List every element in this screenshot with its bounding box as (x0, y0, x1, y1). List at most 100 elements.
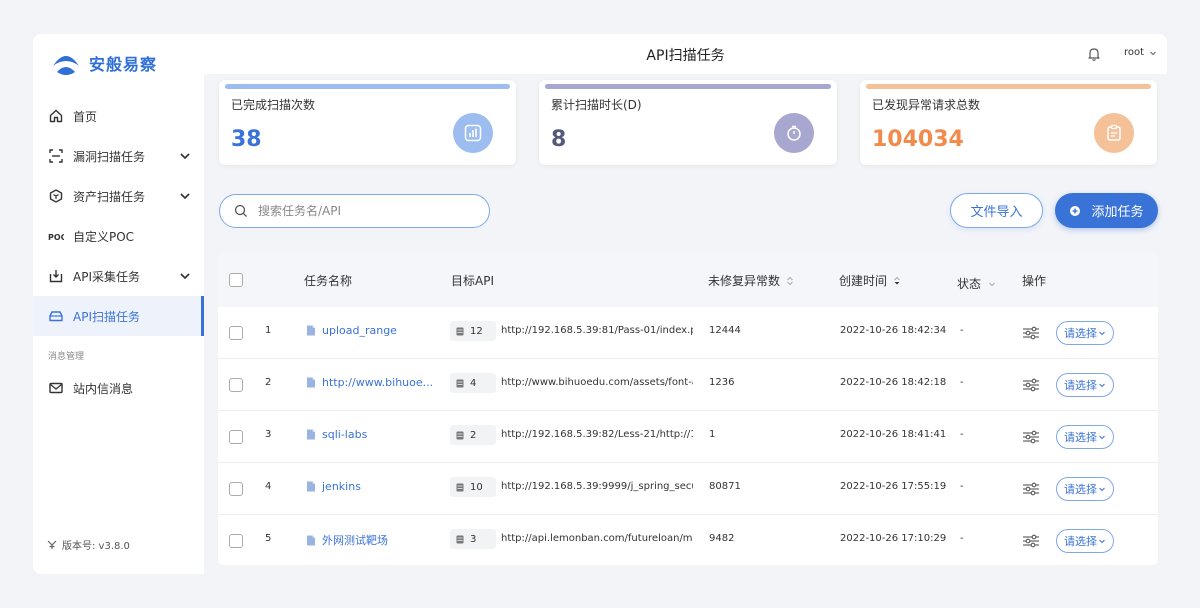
stack-icon (456, 327, 464, 335)
stat-value: 38 (231, 127, 262, 152)
user-menu[interactable]: root (1124, 47, 1158, 58)
task-name-text: 外网测试靶场 (322, 534, 388, 547)
table-row[interactable]: 4 jenkins 10 http://192.168.5.39:9999/j_… (218, 463, 1158, 515)
task-name-link[interactable]: 外网测试靶场 (306, 532, 388, 548)
column-header-status[interactable]: 状态 (957, 275, 997, 292)
task-name-link[interactable]: http://www.bihuoe... (306, 376, 433, 389)
sidebar-item-vuln-scan[interactable]: 漏洞扫描任务 (33, 136, 204, 176)
action-select[interactable]: 请选择 (1056, 477, 1114, 501)
row-checkbox[interactable] (229, 482, 243, 496)
table-row[interactable]: 3 sqli-labs 2 http://192.168.5.39:82/Les… (218, 411, 1158, 463)
api-count-badge: 10 (450, 477, 496, 497)
action-select[interactable]: 请选择 (1056, 529, 1114, 553)
table-row[interactable]: 5 外网测试靶场 3 http://api.lemonban.com/futur… (218, 515, 1158, 565)
unfixed-count: 80871 (709, 481, 741, 492)
created-time: 2022-10-26 17:10:29 (840, 533, 947, 544)
bell-icon[interactable] (1086, 46, 1102, 62)
home-icon (48, 108, 64, 124)
sidebar-item-label: 资产扫描任务 (73, 189, 146, 204)
chevron-down-icon (1150, 51, 1156, 55)
sidebar-item-api-collect[interactable]: API采集任务 (33, 256, 204, 296)
api-count-badge: 2 (450, 425, 496, 445)
action-select-label: 请选择 (1064, 379, 1097, 392)
chevron-down-icon (180, 193, 190, 200)
sort-desc-icon (894, 276, 900, 284)
poc-icon: POC (48, 228, 64, 244)
action-select-label: 请选择 (1064, 327, 1097, 340)
page-title: API扫描任务 (646, 48, 725, 64)
sidebar-item-api-scan[interactable]: API扫描任务 (33, 296, 204, 336)
row-index: 1 (265, 325, 272, 336)
settings-sliders-icon[interactable] (1022, 377, 1040, 393)
stat-card-accent-bar (866, 84, 1151, 89)
app-name: 安般易察 (89, 55, 158, 74)
stack-icon (456, 431, 464, 439)
api-scan-icon (48, 308, 64, 324)
chevron-down-icon (1099, 435, 1105, 440)
stack-icon (456, 379, 464, 387)
row-checkbox[interactable] (229, 326, 243, 340)
sidebar: 安般易察 首页 漏洞扫描任务 资产扫描任务 POC 自定义POC API采集任务… (33, 34, 204, 574)
version-icon (47, 540, 57, 549)
plus-circle-icon (1070, 205, 1081, 216)
table-row[interactable]: 1 upload_range 12 http://192.168.5.39:81… (218, 307, 1158, 359)
sidebar-item-custom-poc[interactable]: POC 自定义POC (33, 216, 204, 256)
stat-label: 累计扫描时长(D) (551, 98, 642, 112)
task-name-text: upload_range (322, 324, 397, 337)
row-index: 5 (265, 533, 272, 544)
search-box[interactable] (219, 194, 490, 228)
app-logo[interactable]: 安般易察 (51, 48, 157, 78)
target-api-url: http://www.bihuoedu.com/assets/font-a... (501, 377, 693, 388)
settings-sliders-icon[interactable] (1022, 533, 1040, 549)
row-checkbox[interactable] (229, 378, 243, 392)
chevron-down-icon (989, 282, 995, 286)
task-name-text: jenkins (322, 480, 361, 493)
select-all-checkbox[interactable] (229, 273, 243, 287)
version-text: 版本号: v3.8.0 (62, 541, 130, 552)
column-header-unfixed[interactable]: 未修复异常数 (708, 272, 794, 289)
logo-icon (53, 56, 79, 75)
action-select[interactable]: 请选择 (1056, 425, 1114, 449)
stat-card-accent-bar (545, 84, 831, 89)
file-icon (307, 325, 315, 336)
target-api-url: http://api.lemonban.com/futureloan/me... (501, 533, 693, 544)
file-icon (307, 535, 315, 545)
target-api-url: http://192.168.5.39:9999/j_spring_securi… (501, 481, 693, 492)
task-name-link[interactable]: upload_range (306, 324, 397, 337)
unfixed-count: 12444 (709, 325, 741, 336)
settings-sliders-icon[interactable] (1022, 429, 1040, 445)
api-count-value: 2 (470, 429, 477, 441)
sidebar-item-messages[interactable]: 站内信消息 (33, 368, 204, 408)
add-task-button[interactable]: 添加任务 (1055, 193, 1158, 228)
table-row[interactable]: 2 http://www.bihuoe... 4 http://www.bihu… (218, 359, 1158, 411)
column-header-label: 目标API (451, 274, 494, 288)
row-checkbox[interactable] (229, 534, 243, 548)
created-time: 2022-10-26 18:41:41 (840, 429, 947, 440)
status-value: - (960, 533, 964, 544)
row-checkbox[interactable] (229, 430, 243, 444)
clipboard-icon (1094, 113, 1134, 153)
settings-sliders-icon[interactable] (1022, 481, 1040, 497)
column-header-name: 任务名称 (304, 272, 352, 289)
search-input[interactable] (258, 204, 458, 218)
task-name-link[interactable]: jenkins (306, 480, 361, 493)
settings-sliders-icon[interactable] (1022, 325, 1040, 341)
action-select-label: 请选择 (1064, 535, 1097, 548)
chevron-down-icon (1099, 383, 1105, 388)
import-file-button[interactable]: 文件导入 (950, 193, 1043, 228)
action-select[interactable]: 请选择 (1056, 373, 1114, 397)
sidebar-item-home[interactable]: 首页 (33, 96, 204, 136)
username: root (1124, 47, 1145, 58)
column-header-ops: 操作 (1022, 272, 1046, 289)
column-header-label: 操作 (1022, 274, 1047, 288)
file-icon (307, 481, 315, 492)
chevron-down-icon (1099, 331, 1105, 336)
stat-card-scans: 已完成扫描次数 38 (219, 80, 516, 165)
column-header-label: 任务名称 (304, 274, 353, 288)
stat-label: 已发现异常请求总数 (872, 98, 981, 112)
action-select[interactable]: 请选择 (1056, 321, 1114, 345)
api-count-value: 3 (470, 533, 477, 545)
column-header-created[interactable]: 创建时间 (839, 272, 901, 289)
sidebar-item-asset-scan[interactable]: 资产扫描任务 (33, 176, 204, 216)
task-name-link[interactable]: sqli-labs (306, 428, 367, 441)
